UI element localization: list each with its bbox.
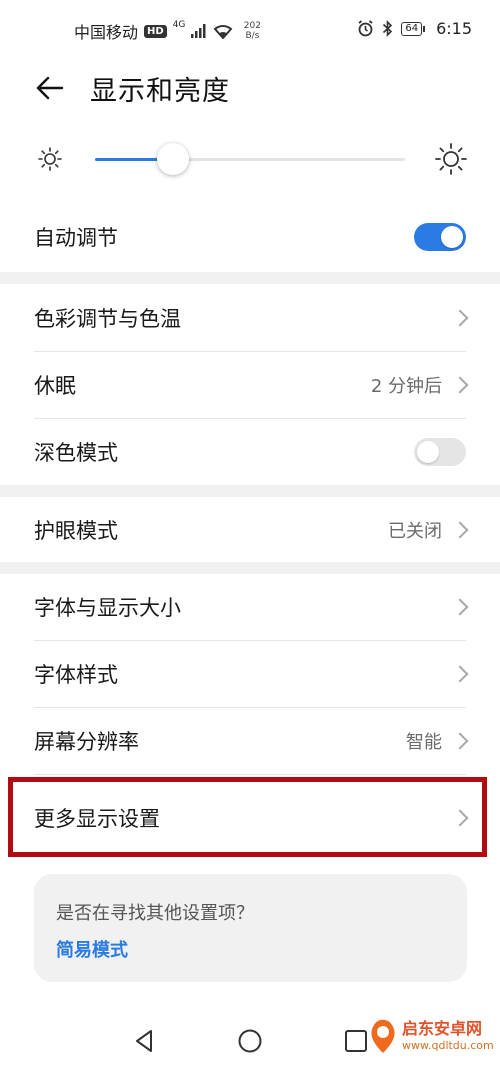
home-icon[interactable] bbox=[237, 1028, 263, 1054]
status-left: 中国移动 HD 4G 202 B/s bbox=[74, 19, 265, 43]
page-title: 显示和亮度 bbox=[90, 76, 230, 107]
brightness-slider[interactable] bbox=[95, 143, 405, 175]
font-display-size-row[interactable]: 字体与显示大小 bbox=[0, 574, 500, 640]
eye-care-row[interactable]: 护眼模式 已关闭 bbox=[0, 497, 500, 563]
color-temp-row[interactable]: 色彩调节与色温 bbox=[0, 285, 500, 351]
dark-mode-toggle[interactable] bbox=[414, 438, 466, 466]
clock: 6:15 bbox=[436, 19, 472, 38]
watermark-name: 启东安卓网 bbox=[402, 1019, 483, 1038]
net-speed: 202 B/s bbox=[239, 21, 265, 41]
status-right: 64 6:15 bbox=[357, 19, 472, 38]
screen-resolution-label: 屏幕分辨率 bbox=[34, 730, 139, 754]
screen-resolution-value: 智能 bbox=[406, 732, 442, 753]
font-style-label: 字体样式 bbox=[34, 663, 118, 687]
toggle-knob bbox=[441, 226, 463, 248]
eye-care-label: 护眼模式 bbox=[34, 519, 118, 543]
font-style-row[interactable]: 字体样式 bbox=[0, 641, 500, 707]
watermark-url: www.qdltdu.com bbox=[402, 1039, 494, 1052]
sleep-label: 休眠 bbox=[34, 374, 76, 398]
back-arrow-icon[interactable] bbox=[34, 72, 66, 104]
brightness-row bbox=[0, 128, 500, 190]
back-icon[interactable] bbox=[131, 1028, 157, 1054]
watermark-logo-icon bbox=[371, 1019, 395, 1053]
network-type-label: 4G bbox=[172, 20, 186, 30]
carrier-label: 中国移动 bbox=[74, 23, 139, 42]
toggle-knob bbox=[417, 441, 439, 463]
auto-adjust-label: 自动调节 bbox=[34, 226, 118, 250]
screen-resolution-row[interactable]: 屏幕分辨率 智能 bbox=[0, 708, 500, 774]
watermark: 启东安卓网 www.qdltdu.com bbox=[366, 1007, 496, 1067]
highlight-box bbox=[8, 777, 487, 857]
dark-mode-row[interactable]: 深色模式 bbox=[0, 419, 500, 485]
section-gap bbox=[0, 562, 500, 574]
wifi-icon bbox=[213, 24, 233, 39]
section-gap bbox=[0, 485, 500, 497]
auto-adjust-row[interactable]: 自动调节 bbox=[0, 204, 500, 270]
bluetooth-icon bbox=[383, 20, 393, 37]
net-speed-unit: B/s bbox=[245, 31, 260, 41]
brightness-slider-thumb[interactable] bbox=[156, 143, 189, 175]
page-header: 显示和亮度 bbox=[0, 58, 500, 120]
auto-adjust-toggle[interactable] bbox=[414, 223, 466, 251]
sleep-value: 2 分钟后 bbox=[370, 376, 442, 397]
alarm-icon bbox=[358, 20, 373, 37]
chevron-right-icon bbox=[451, 376, 469, 394]
eye-care-value: 已关闭 bbox=[388, 521, 442, 542]
hd-badge: HD bbox=[144, 24, 167, 38]
sleep-row[interactable]: 休眠 2 分钟后 bbox=[0, 352, 500, 418]
suggestion-card: 是否在寻找其他设置项？ 简易模式 bbox=[34, 874, 467, 982]
simple-mode-link[interactable]: 简易模式 bbox=[56, 936, 128, 962]
brightness-low-icon bbox=[38, 147, 62, 171]
font-display-size-label: 字体与显示大小 bbox=[34, 596, 181, 620]
divider bbox=[34, 774, 466, 775]
color-temp-label: 色彩调节与色温 bbox=[34, 307, 181, 331]
chevron-right-icon bbox=[451, 665, 469, 683]
dark-mode-label: 深色模式 bbox=[34, 441, 118, 465]
signal-icon bbox=[191, 24, 206, 38]
suggestion-question: 是否在寻找其他设置项？ bbox=[56, 903, 254, 924]
chevron-right-icon bbox=[451, 309, 469, 327]
chevron-right-icon bbox=[451, 598, 469, 616]
battery-icon: 64 bbox=[401, 21, 425, 36]
status-bar: 中国移动 HD 4G 202 B/s 64 6:15 bbox=[0, 0, 500, 58]
chevron-right-icon bbox=[451, 732, 469, 750]
section-gap bbox=[0, 272, 500, 284]
chevron-right-icon bbox=[451, 521, 469, 539]
brightness-high-icon bbox=[435, 143, 467, 175]
net-speed-value: 202 bbox=[243, 21, 261, 31]
